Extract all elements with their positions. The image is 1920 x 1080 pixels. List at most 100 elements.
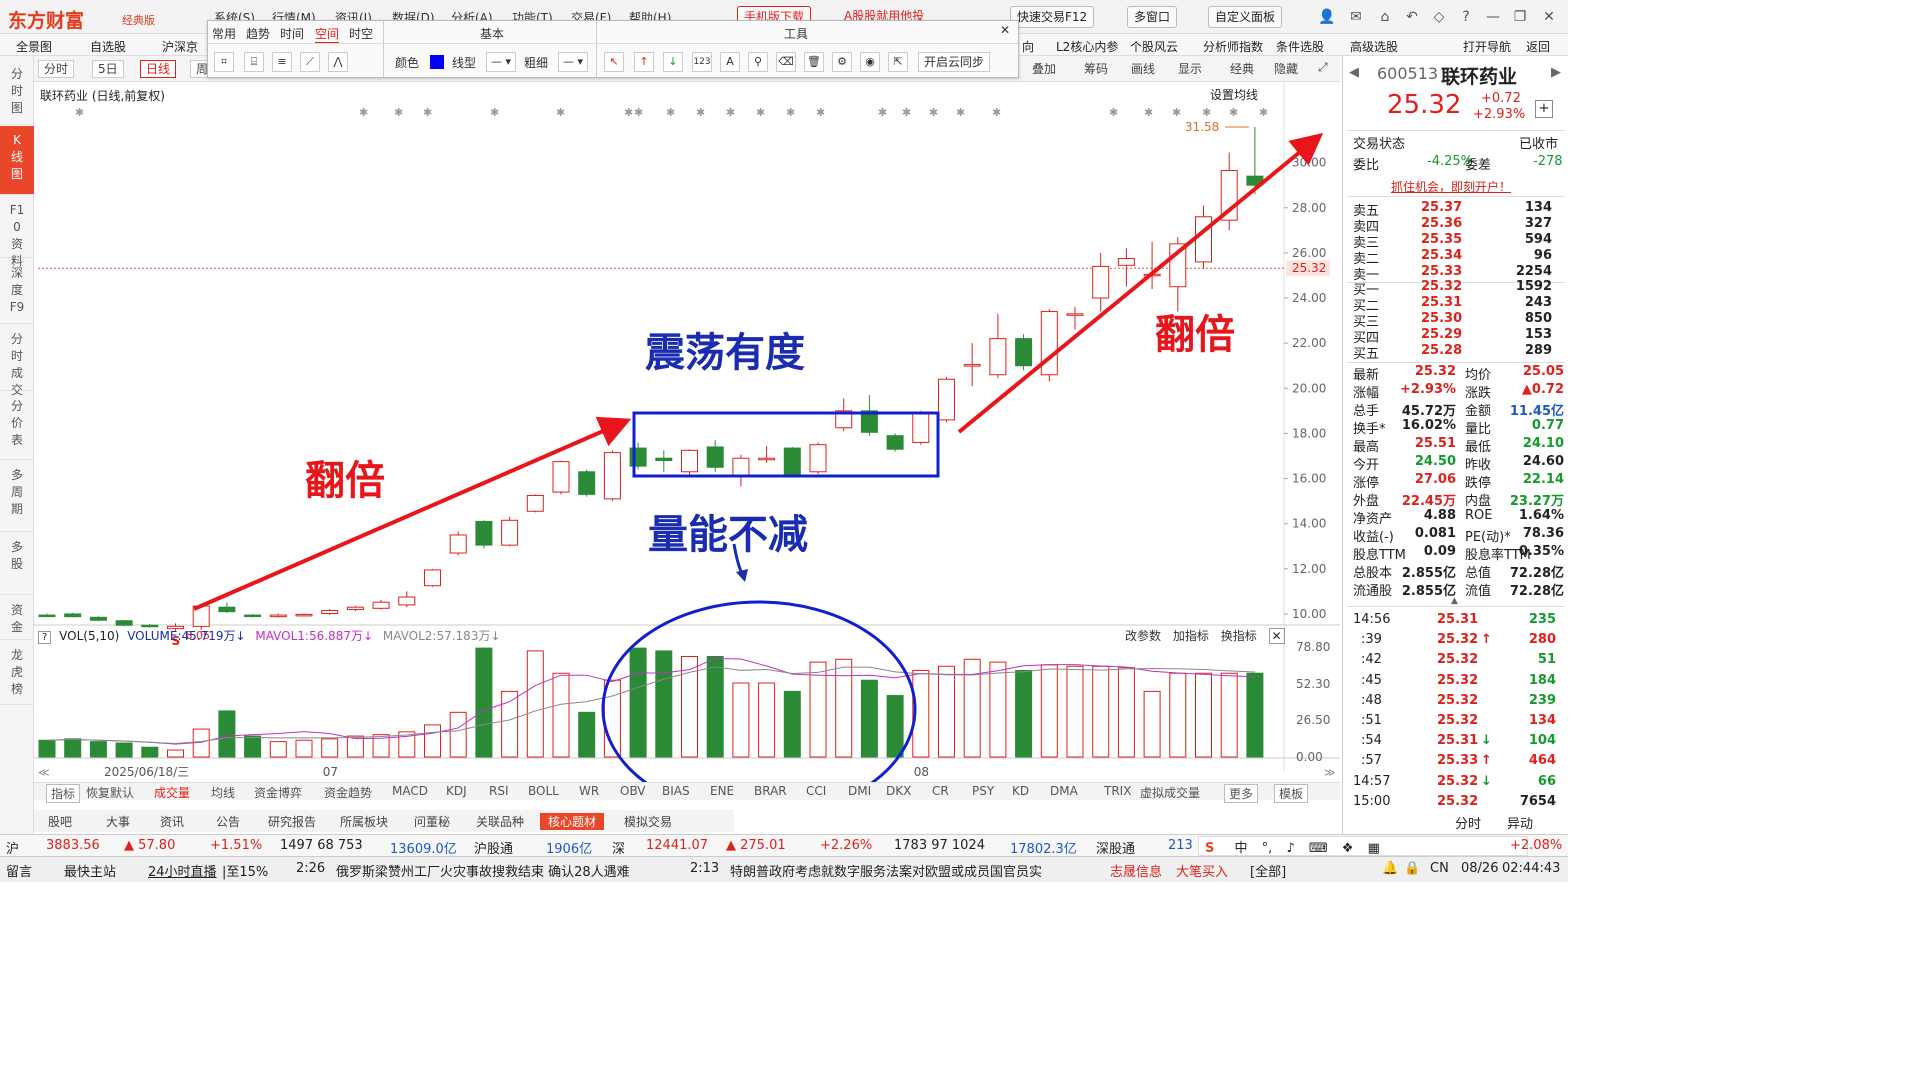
close-icon[interactable]: ✕ [1540, 8, 1558, 26]
draw-tab-common[interactable]: 常用 [212, 25, 236, 42]
tool-overlay[interactable]: 叠加 [1032, 60, 1056, 77]
indicator-tab-1[interactable]: 恢复默认 [86, 784, 134, 801]
sidebar-tab-9[interactable]: 龙虎榜 [0, 641, 34, 705]
cloud-sync-button[interactable]: 开启云同步 [918, 52, 990, 72]
sidebar-tab-6[interactable]: 多周期 [0, 461, 34, 532]
info-tab-1[interactable]: 大事 [106, 813, 130, 830]
user-icon[interactable]: 👤 [1318, 8, 1336, 26]
bell-icon[interactable]: 🔔 [1382, 861, 1398, 876]
cursor-icon[interactable]: ↖ [604, 52, 624, 72]
grid-icon[interactable]: ▦ [1368, 841, 1380, 856]
switch-indicator-button[interactable]: 换指标 [1221, 629, 1257, 643]
nav-condition[interactable]: 条件选股 [1276, 38, 1324, 55]
indicator-tab-7[interactable]: KDJ [446, 784, 467, 798]
multi-window-button[interactable]: 多窗口 [1127, 6, 1178, 28]
eye-icon[interactable]: ◉ [860, 52, 880, 72]
tool-classic[interactable]: 经典 [1230, 60, 1254, 77]
help-icon[interactable]: ? [1457, 8, 1475, 26]
draw-tab-time[interactable]: 时间 [280, 25, 304, 42]
tool-display[interactable]: 显示 [1178, 60, 1202, 77]
quick-trade-button[interactable]: 快速交易F12 [1010, 6, 1095, 28]
add-watch-icon[interactable]: + [1535, 100, 1553, 118]
indicator-tab-17[interactable]: DKX [886, 784, 911, 798]
drawbar-close-icon[interactable]: ✕ [1000, 23, 1010, 37]
indicator-tab-21[interactable]: DMA [1050, 784, 1078, 798]
tool-draw[interactable]: 画线 [1131, 60, 1155, 77]
nav-direction[interactable]: 向 [1022, 38, 1034, 55]
indicator-tab-12[interactable]: BIAS [662, 784, 690, 798]
nav-analyst[interactable]: 分析师指数 [1203, 38, 1263, 55]
trash-icon[interactable]: 🗑 [804, 52, 824, 72]
info-tab-2[interactable]: 资讯 [160, 813, 184, 830]
sidebar-tab-2[interactable]: F10资料 [0, 196, 34, 268]
draw-tool-3-icon[interactable]: ≡ [272, 52, 292, 72]
nav-watchlist[interactable]: 自选股 [90, 38, 126, 55]
indicator-tab-22[interactable]: TRIX [1104, 784, 1131, 798]
tab-anomaly[interactable]: 异动 [1507, 813, 1533, 832]
tab-intraday[interactable]: 分时 [1455, 813, 1481, 832]
indicator-tab-10[interactable]: WR [579, 784, 599, 798]
sidebar-tab-1[interactable]: K线图 [0, 126, 34, 195]
keyboard-icon[interactable]: ⌨ [1309, 841, 1328, 856]
mic-icon[interactable]: ♪ [1286, 841, 1294, 856]
indicator-tab-23[interactable]: 虚拟成交量 [1140, 784, 1200, 801]
indicator-tab-14[interactable]: BRAR [754, 784, 787, 798]
indicator-tab-5[interactable]: 资金趋势 [324, 784, 372, 801]
hgt-label[interactable]: 沪股通 [474, 838, 513, 857]
tool-hide[interactable]: 隐藏 [1274, 60, 1298, 77]
indicator-tab-3[interactable]: 均线 [211, 784, 235, 801]
sidebar-tab-8[interactable]: 资金 [0, 596, 34, 640]
indicator-tab-16[interactable]: DMI [848, 784, 871, 798]
thickness-select[interactable]: — ▾ [558, 52, 588, 72]
close-volume-icon[interactable]: ✕ [1268, 628, 1285, 644]
help-icon[interactable]: ? [38, 631, 52, 644]
draw-tab-trend[interactable]: 趋势 [246, 25, 270, 42]
kline-chart[interactable]: ✱ ✱ ✱ ✱ ✱ ✱ ✱ ✱ ✱ ✱ ✱ ✱ ✱ ✱ ✱ ✱ ✱ ✱ ✱ ✱ ✱ ✱ ✱ ✱ ✱30.0028.0026.00… [34, 82, 1340, 782]
change-param-button[interactable]: 改参数 [1125, 629, 1161, 643]
collapse-icon[interactable]: ▲ [1451, 596, 1458, 606]
nav-l2[interactable]: L2核心内参 [1056, 38, 1118, 55]
info-tab-6[interactable]: 问董秘 [414, 813, 450, 830]
sidebar-tab-0[interactable]: 分时图 [0, 60, 34, 125]
info-tab-7[interactable]: 关联品种 [476, 813, 524, 830]
mail-icon[interactable]: ✉ [1347, 8, 1365, 26]
period-5day[interactable]: 5日 [92, 60, 124, 78]
input-method-bar[interactable]: S 中 °, ♪ ⌨ ❖ ▦ [1198, 836, 1528, 856]
indicator-tab-13[interactable]: ENE [710, 784, 734, 798]
info-tab-3[interactable]: 公告 [216, 813, 240, 830]
sidebar-tab-4[interactable]: 分时成交 [0, 325, 34, 397]
indicator-tab-2[interactable]: 成交量 [154, 784, 190, 801]
prev-stock-icon[interactable]: ◀ [1349, 65, 1359, 80]
number-icon[interactable]: 123 [692, 52, 712, 72]
custom-panel-button[interactable]: 自定义面板 [1208, 6, 1283, 28]
period-daily[interactable]: 日线 [140, 60, 177, 78]
info-tab-5[interactable]: 所属板块 [340, 813, 388, 830]
indicator-tab-18[interactable]: CR [932, 784, 949, 798]
indicator-tab-4[interactable]: 资金博弈 [254, 784, 302, 801]
sidebar-tab-7[interactable]: 多股 [0, 533, 34, 595]
draw-tab-space[interactable]: 空间 [315, 25, 340, 44]
indicator-tab-15[interactable]: CCI [806, 784, 826, 798]
back-icon[interactable]: ↶ [1403, 8, 1421, 26]
info-tab-8[interactable]: 核心题材 [540, 813, 605, 830]
color-swatch[interactable] [430, 55, 444, 69]
nav-open-nav[interactable]: 打开导航 [1463, 38, 1511, 55]
alert-stock[interactable]: 志晟信息 [1110, 861, 1162, 880]
indicator-tab-0[interactable]: 指标 [46, 784, 81, 803]
restore-icon[interactable]: ❐ [1511, 8, 1529, 26]
info-tab-4[interactable]: 研究报告 [268, 813, 316, 830]
all-alerts-button[interactable]: [全部] [1250, 861, 1286, 880]
lock-icon[interactable]: 🔒 [1404, 861, 1420, 876]
message-button[interactable]: 留言 [6, 861, 32, 880]
up-arrow-icon[interactable]: ↑ [634, 52, 654, 72]
nav-panorama[interactable]: 全景图 [16, 38, 52, 55]
export-icon[interactable]: ⇱ [888, 52, 908, 72]
sgt-label[interactable]: 深股通 [1096, 838, 1135, 857]
shirt-icon[interactable]: ◇ [1430, 8, 1448, 26]
fullscreen-icon[interactable]: ⤢ [1318, 60, 1328, 75]
period-intraday[interactable]: 分时 [38, 60, 75, 78]
linetype-select[interactable]: — ▾ [486, 52, 516, 72]
add-indicator-button[interactable]: 加指标 [1173, 629, 1209, 643]
down-arrow-icon[interactable]: ↓ [663, 52, 683, 72]
indicator-tab-9[interactable]: BOLL [528, 784, 559, 798]
